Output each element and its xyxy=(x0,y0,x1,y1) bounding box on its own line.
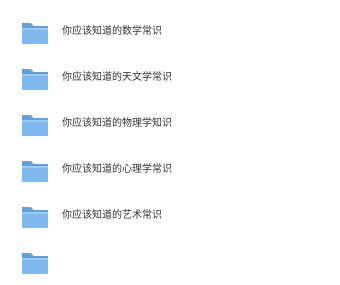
folder-item[interactable]: 你应该知道的数学常识 xyxy=(0,9,340,55)
folder-icon xyxy=(21,18,49,46)
file-list: 你应该知道的数学常识 你应该知道的天文学常识 你应该知道的物理学知识 你应该知道… xyxy=(0,0,340,274)
folder-item[interactable]: 你应该知道的天文学常识 xyxy=(0,55,340,101)
folder-icon xyxy=(21,248,49,276)
folder-item[interactable]: 你应该知道的艺术常识 xyxy=(0,193,340,239)
folder-item[interactable] xyxy=(0,239,340,285)
folder-name: 你应该知道的艺术常识 xyxy=(62,210,162,221)
folder-icon xyxy=(21,156,49,184)
folder-icon xyxy=(21,110,49,138)
folder-item[interactable]: 你应该知道的心理学常识 xyxy=(0,147,340,193)
folder-name: 你应该知道的心理学常识 xyxy=(62,164,172,175)
folder-name: 你应该知道的物理学知识 xyxy=(62,118,172,129)
folder-name: 你应该知道的天文学常识 xyxy=(62,72,172,83)
folder-icon xyxy=(21,202,49,230)
folder-item[interactable]: 你应该知道的物理学知识 xyxy=(0,101,340,147)
folder-name: 你应该知道的数学常识 xyxy=(62,26,162,37)
folder-icon xyxy=(21,64,49,92)
